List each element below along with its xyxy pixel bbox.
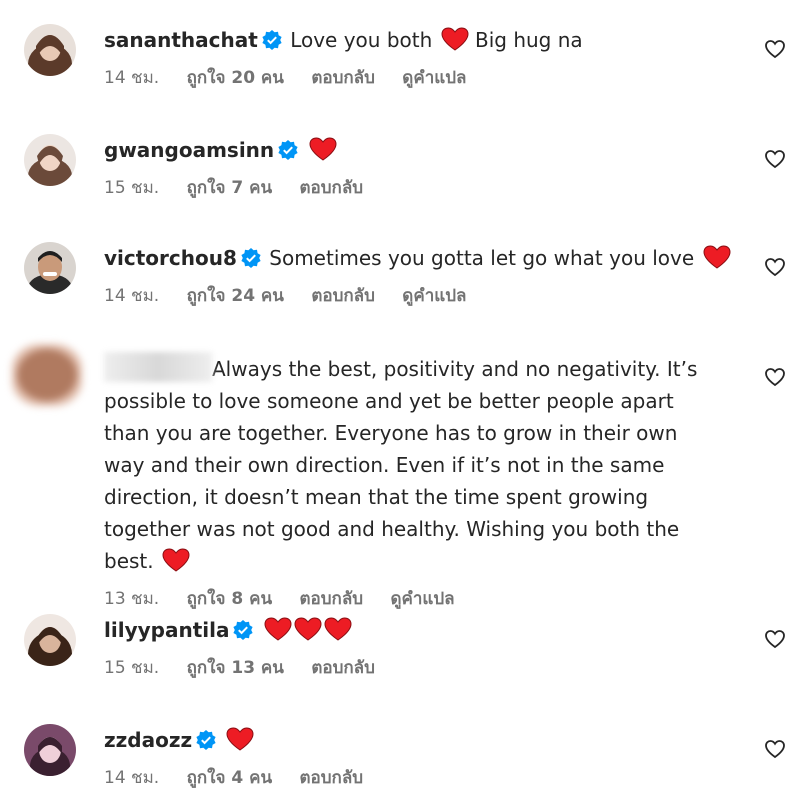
comment-time[interactable]: 15 ชม. (104, 658, 159, 678)
verified-badge-icon (196, 730, 216, 750)
avatar[interactable] (12, 344, 82, 406)
like-count[interactable]: ถูกใจ 4 คน (187, 768, 273, 788)
red-heart-emoji-icon (309, 137, 337, 161)
red-heart-emoji-icon (162, 548, 190, 572)
comment-text: Always the best, positivity and no negat… (104, 357, 698, 573)
username[interactable]: lilyypantila (104, 618, 229, 642)
verified-badge-icon (233, 620, 254, 640)
verified-badge-icon (241, 248, 261, 268)
like-heart-icon[interactable] (764, 366, 786, 388)
username[interactable]: sanantha­chat (104, 28, 258, 52)
avatar[interactable] (24, 242, 76, 294)
comment-text: Sometimes you gotta let go what you love (269, 246, 695, 270)
verified-badge-icon (278, 140, 298, 160)
username[interactable]: zzdaozz (104, 728, 192, 752)
comment-time[interactable]: 13 ชม. (104, 589, 159, 609)
like-heart-icon[interactable] (764, 148, 786, 170)
red-heart-emoji-icon (294, 617, 322, 641)
reply-button[interactable]: ตอบกลับ (311, 658, 375, 678)
comment-time[interactable]: 15 ชม. (104, 178, 159, 198)
red-heart-emoji-icon (324, 617, 352, 641)
like-count[interactable]: ถูกใจ 20 คน (187, 68, 284, 88)
avatar[interactable] (24, 724, 76, 776)
comment-text: Love you both (290, 28, 433, 52)
avatar[interactable] (24, 134, 76, 186)
avatar[interactable] (24, 614, 76, 666)
reply-button[interactable]: ตอบกลับ (311, 68, 375, 88)
comment-time[interactable]: 14 ชม. (104, 768, 159, 788)
red-heart-emoji-icon (703, 245, 731, 269)
reply-button[interactable]: ตอบกลับ (300, 589, 364, 609)
comment-text-2: Big hug na (475, 28, 583, 52)
like-heart-icon[interactable] (764, 256, 786, 278)
comment-time[interactable]: 14 ชม. (104, 286, 159, 306)
redacted-username (104, 352, 212, 382)
see-translation-button[interactable]: ดูคำแปล (402, 286, 466, 306)
like-heart-icon[interactable] (764, 38, 786, 60)
reply-button[interactable]: ตอบกลับ (311, 286, 375, 306)
like-count[interactable]: ถูกใจ 8 คน (187, 589, 273, 609)
like-count[interactable]: ถูกใจ 24 คน (187, 286, 284, 306)
like-count[interactable]: ถูกใจ 13 คน (187, 658, 284, 678)
like-heart-icon[interactable] (764, 628, 786, 650)
red-heart-emoji-icon (264, 617, 292, 641)
avatar[interactable] (24, 24, 76, 76)
like-heart-icon[interactable] (764, 738, 786, 760)
see-translation-button[interactable]: ดูคำแปล (402, 68, 466, 88)
red-heart-emoji-icon (441, 27, 469, 51)
see-translation-button[interactable]: ดูคำแปล (390, 589, 454, 609)
comment-time[interactable]: 14 ชม. (104, 68, 159, 88)
username[interactable]: victorchou8 (104, 246, 237, 270)
comment-list: sanantha­chat Love you both Big hug na 1… (0, 0, 800, 798)
red-heart-emoji-icon (226, 727, 254, 751)
reply-button[interactable]: ตอบกลับ (300, 768, 364, 788)
username[interactable]: gwangoamsinn (104, 138, 274, 162)
verified-badge-icon (262, 30, 282, 50)
like-count[interactable]: ถูกใจ 7 คน (187, 178, 273, 198)
reply-button[interactable]: ตอบกลับ (300, 178, 364, 198)
